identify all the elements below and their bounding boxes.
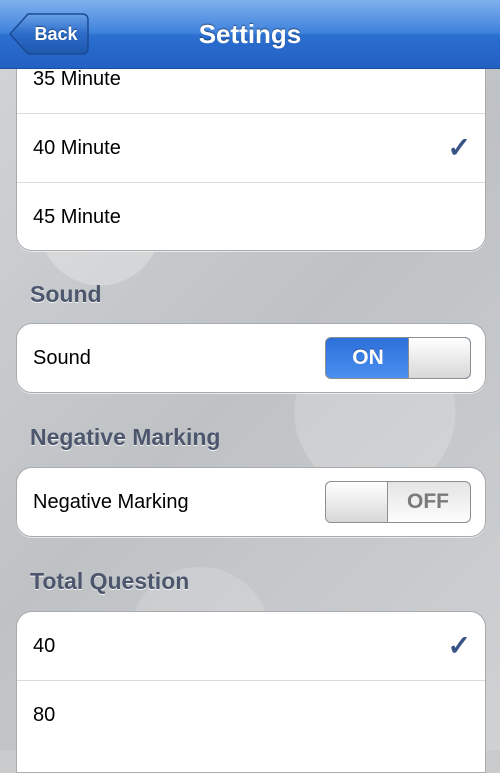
negative-marking-toggle-knob[interactable] [326,482,388,522]
sound-label: Sound [33,347,91,369]
total-question-section-title: Total Question [30,568,190,594]
sound-section-title: Sound [30,281,102,307]
page-title: Settings [198,19,302,49]
question-option-label: 40 [33,635,56,657]
question-option-label: 80 [33,704,56,726]
negative-marking-label: Negative Marking [33,491,189,513]
checkmark-icon: ✓ [447,132,471,163]
sound-toggle[interactable]: ON [325,337,471,379]
checkmark-icon: ✓ [447,630,471,661]
time-option-label: 40 Minute [33,137,121,159]
time-options-group: 35 Minute 40 Minute ✓ 45 Minute [16,44,486,251]
time-option-row[interactable]: 40 Minute ✓ [17,114,485,183]
sound-toggle-knob[interactable] [408,338,470,378]
negative-marking-row: Negative Marking OFF [17,468,485,536]
negative-marking-toggle-state: OFF [407,490,449,513]
navigation-bar: Back Settings [0,0,500,69]
question-option-row[interactable]: 40 ✓ [17,612,485,681]
sound-row: Sound ON [17,324,485,392]
time-option-label: 45 Minute [33,206,121,228]
question-option-row[interactable]: 80 [17,681,485,749]
negative-marking-toggle[interactable]: OFF [325,481,471,523]
negative-marking-section-title: Negative Marking [30,424,221,450]
negative-marking-group: Negative Marking OFF [16,467,486,537]
total-question-group: 40 ✓ 80 [16,611,486,773]
sound-toggle-state: ON [352,346,384,369]
time-option-row[interactable]: 45 Minute [17,183,485,250]
sound-group: Sound ON [16,323,486,393]
